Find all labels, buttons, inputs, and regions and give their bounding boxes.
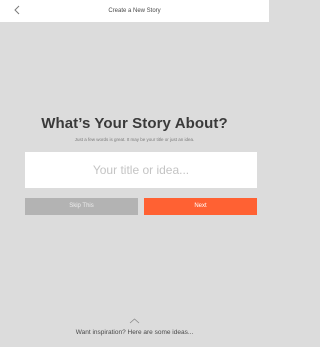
chevron-up-icon[interactable] xyxy=(129,318,140,324)
page-title: Create a New Story xyxy=(108,8,161,14)
story-title-input[interactable] xyxy=(25,152,257,188)
navigation-bar: Create a New Story xyxy=(0,0,269,22)
next-button[interactable]: Next xyxy=(144,198,257,215)
prompt-heading: What’s Your Story About? xyxy=(41,115,228,132)
skip-button[interactable]: Skip This xyxy=(25,198,138,215)
story-prompt-panel: What’s Your Story About? Just a few word… xyxy=(0,22,269,347)
inspiration-link[interactable]: Want inspiration? Here are some ideas... xyxy=(0,328,269,337)
prompt-subheading: Just a few words is great. It may be you… xyxy=(74,137,195,142)
